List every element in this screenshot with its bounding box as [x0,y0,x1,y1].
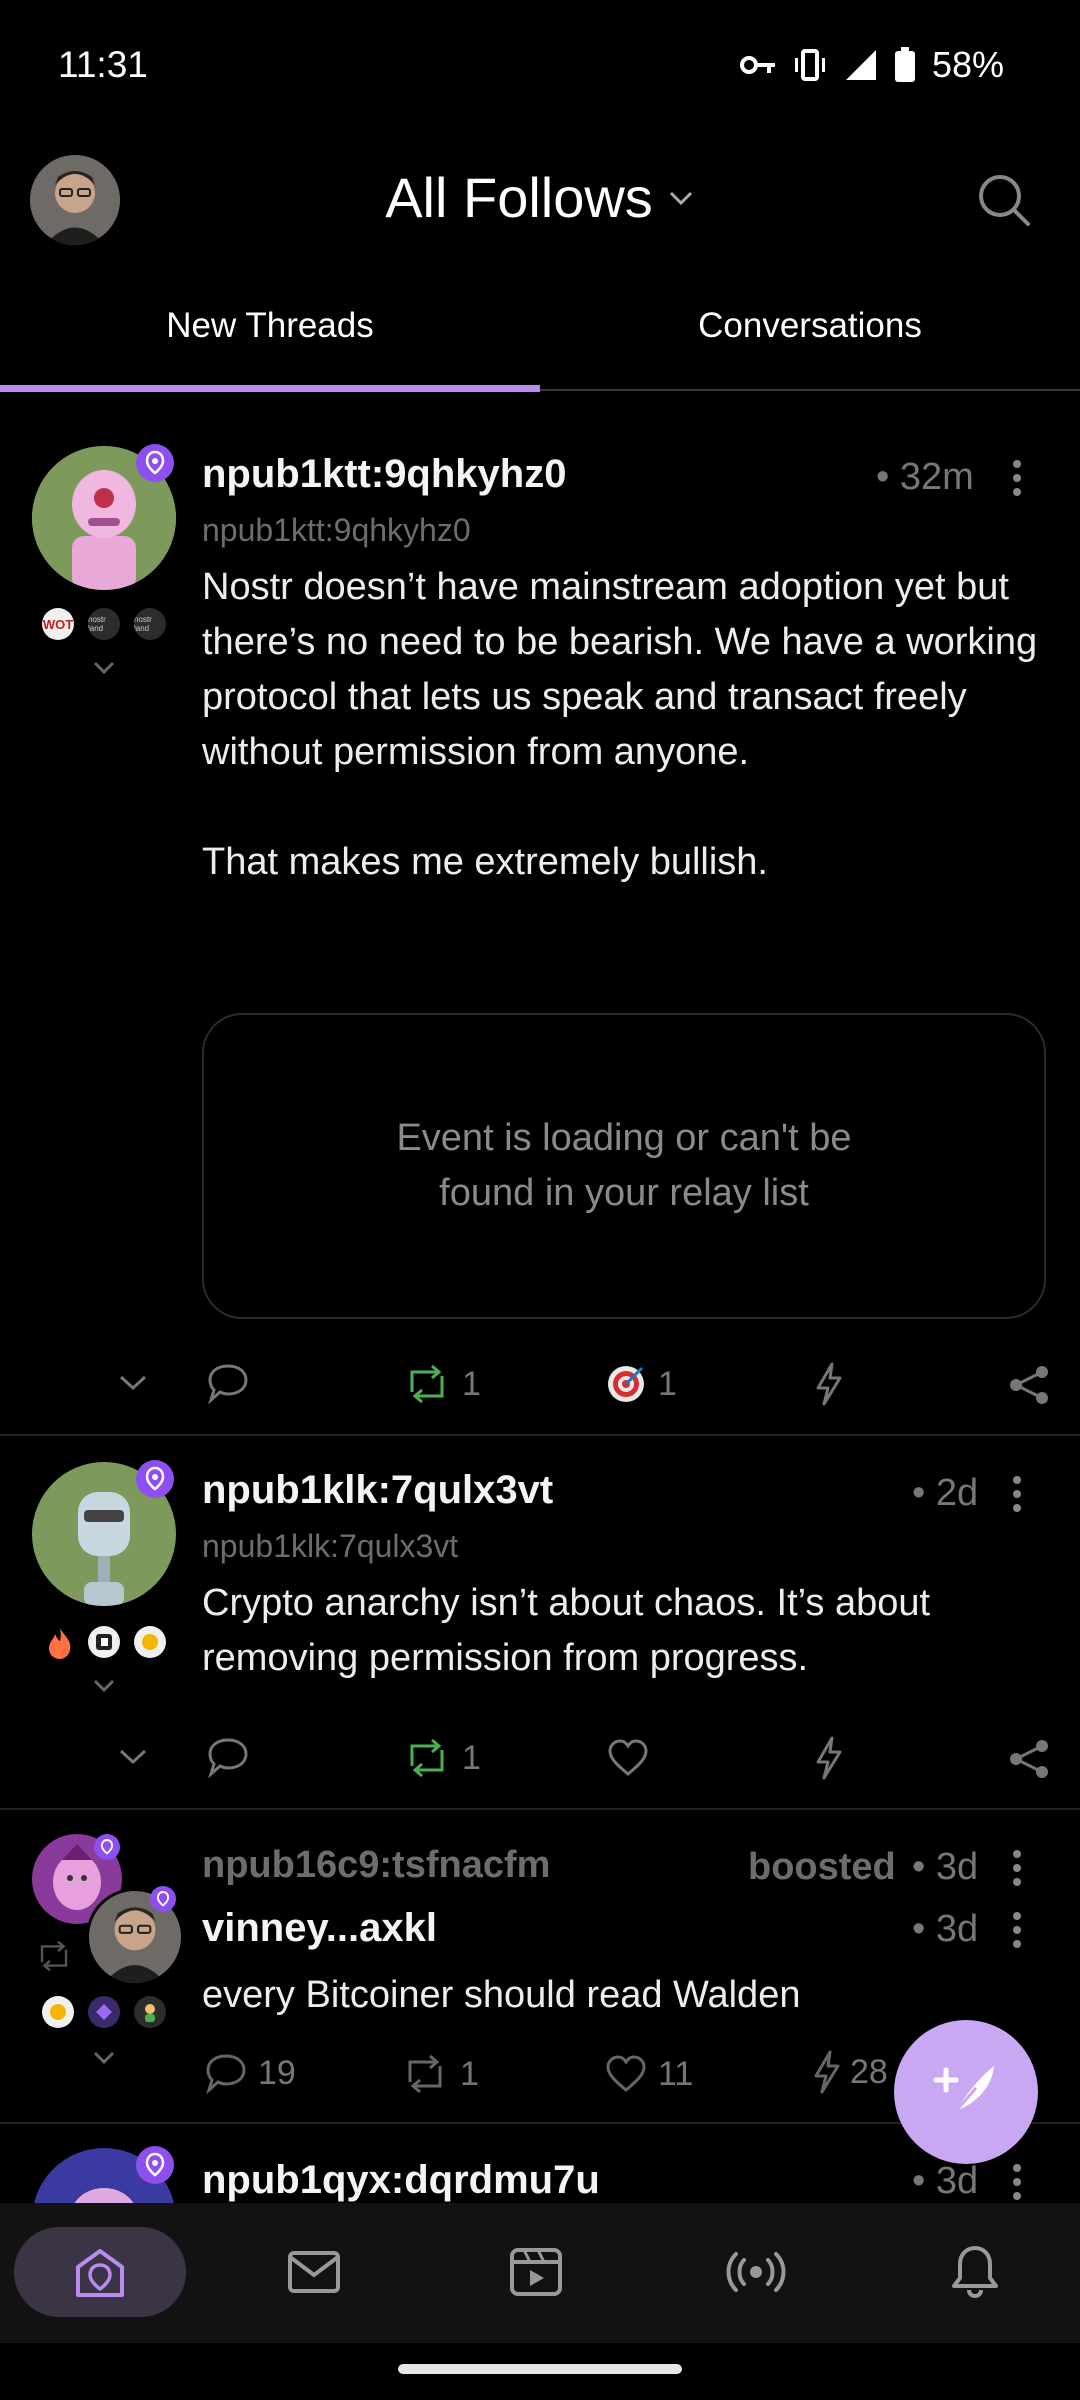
tab-active-indicator [0,385,540,392]
tab-new-threads[interactable]: New Threads [0,306,540,346]
coin-badge-icon [42,1996,74,2028]
video-icon[interactable] [508,2244,564,2300]
repost-count: 1 [462,1738,481,1777]
verified-badge-icon [136,444,174,482]
expand-chevron-icon[interactable] [92,2050,116,2066]
reply-count: 19 [258,2053,296,2092]
chevron-down-icon [667,189,695,207]
post-divider [0,1808,1080,1810]
more-options-icon[interactable] [1012,460,1022,496]
embedded-event-message: Event is loading or can't be found in yo… [396,1117,852,1214]
like-button[interactable]: 11 [604,2054,693,2094]
search-icon[interactable] [976,172,1032,228]
relay-badge-icon [88,1626,120,1658]
status-time: 11:31 [58,44,148,85]
reply-icon [204,2052,248,2094]
repost-icon [402,1364,452,1404]
repost-count: 1 [460,2054,479,2093]
broadcast-icon[interactable] [726,2250,786,2294]
post-author-name[interactable]: npub1klk:7qulx3vt [202,1468,553,1513]
zap-icon[interactable] [814,1736,844,1780]
post-content: every Bitcoiner should read Walden [202,1974,801,2016]
vpn-key-icon [739,54,776,76]
like-count: 11 [658,2054,694,2093]
relay-badge-icon [88,1996,120,2028]
battery-percent: 58% [931,44,1004,85]
boosted-label: boosted [748,1846,896,1888]
gesture-home-bar[interactable] [398,2364,682,2374]
post-author-name[interactable]: npub1ktt:9qhkyhz0 [202,452,566,497]
collapse-chevron-icon[interactable] [118,1748,148,1766]
nostr-land-badge: nostr land [88,608,120,640]
tab-conversations[interactable]: Conversations [540,306,1080,346]
share-icon[interactable] [1008,1364,1050,1406]
post-content: Nostr doesn’t have mainstream adoption y… [202,566,1038,883]
feed-selector[interactable]: All Follows [0,165,1080,230]
reply-icon[interactable] [206,1362,250,1404]
booster-name[interactable]: npub16c9:tsfnacfm [202,1844,550,1887]
verified-badge-icon [136,1460,174,1498]
status-icons: 58% [739,44,1004,86]
repost-button[interactable]: 1 [402,1738,481,1778]
boost-time: • 3d [912,1846,979,1888]
post-author-handle: npub1ktt:9qhkyhz0 [202,512,471,548]
repost-icon [402,1738,452,1778]
zap-count: 28 [850,2052,888,2091]
like-heart-icon[interactable] [606,1738,650,1778]
verified-badge-icon [136,2146,174,2184]
post-author-name[interactable]: vinney...axkl [202,1906,437,1951]
reaction-button[interactable]: 1 [606,1364,677,1404]
post-author-handle: npub1klk:7qulx3vt [202,1528,459,1564]
zap-icon[interactable] [814,1362,844,1406]
like-heart-icon [604,2054,648,2094]
battery-icon [894,47,916,83]
reply-icon[interactable] [206,1736,250,1778]
nostr-land-badge: nostr land [134,608,166,640]
compose-button[interactable] [894,2020,1038,2164]
verified-badge-icon [94,1834,120,1860]
signal-icon [844,48,878,82]
more-options-icon[interactable] [1012,2164,1022,2200]
feed-title: All Follows [385,166,653,229]
more-options-icon[interactable] [1012,1912,1022,1948]
boost-indicator-icon [34,1940,74,1972]
repost-button[interactable]: 1 [400,2054,479,2094]
post-time: • 3d [912,2160,979,2202]
wot-badge: WOT [42,608,74,640]
reaction-count: 1 [658,1364,677,1403]
bell-icon[interactable] [950,2244,1000,2300]
embedded-event-placeholder: Event is loading or can't be found in yo… [202,1013,1046,1319]
zap-icon [812,2050,842,2094]
quill-plus-icon [926,2052,1006,2132]
repost-count: 1 [462,1364,481,1403]
expand-chevron-icon[interactable] [92,1678,116,1694]
post-divider [0,1434,1080,1436]
post-author-name[interactable]: npub1qyx:dqrdmu7u [202,2158,600,2203]
share-icon[interactable] [1008,1738,1050,1780]
post-time: • 32m [876,456,974,498]
post-content: Crypto anarchy isn’t about chaos. It’s a… [202,1582,941,1679]
fire-badge-icon [44,1626,76,1660]
collapse-chevron-icon[interactable] [118,1374,148,1392]
post-time: • 3d [912,1908,979,1950]
repost-icon [400,2054,450,2094]
more-options-icon[interactable] [1012,1476,1022,1512]
expand-chevron-icon[interactable] [92,660,116,676]
home-icon[interactable] [70,2245,130,2301]
reply-button[interactable]: 19 [204,2052,296,2094]
post-time: • 2d [912,1472,979,1514]
more-options-icon[interactable] [1012,1850,1022,1886]
verified-badge-icon [150,1886,176,1912]
target-emoji-icon [606,1364,646,1404]
mail-icon[interactable] [286,2247,342,2297]
vibrate-icon [792,48,828,82]
emoji-badge-icon [134,1996,166,2028]
zap-button[interactable]: 28 [812,2050,888,2094]
coin-badge-icon [134,1626,166,1658]
repost-button[interactable]: 1 [402,1364,481,1404]
